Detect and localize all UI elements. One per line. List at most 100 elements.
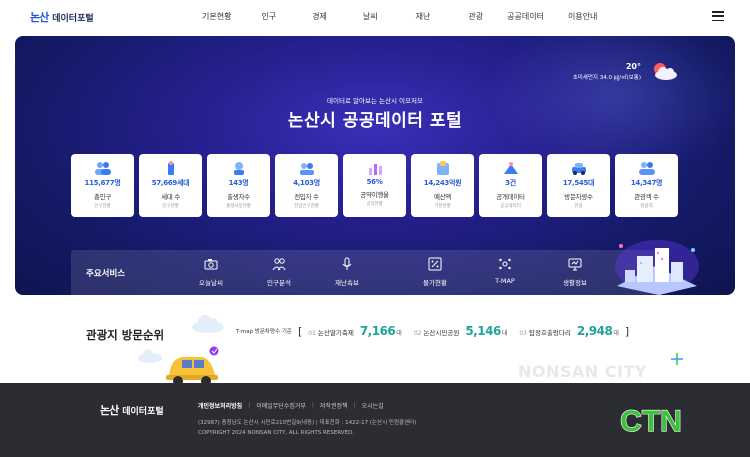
open-data-icon bbox=[503, 162, 518, 174]
ctn-logo[interactable]: CTN bbox=[612, 403, 690, 437]
logo-mark: 논산 bbox=[30, 11, 49, 24]
ctn-logo-text: CTN bbox=[620, 405, 682, 437]
yellow-car-illustration bbox=[166, 346, 219, 386]
footer-link-privacy[interactable]: 개인정보처리방침 bbox=[198, 401, 242, 410]
tourist-ranking: T-map 방문차량수 기준 [ 01 논산딸기축제 7,166 대 02 논산… bbox=[236, 324, 629, 338]
cloud-illustration bbox=[192, 315, 224, 333]
city-illustration bbox=[615, 240, 699, 295]
footer-logo[interactable]: 논산 데이터포털 bbox=[100, 402, 164, 418]
move-in-icon bbox=[299, 163, 314, 175]
stat-label: 예산액 bbox=[433, 193, 452, 201]
stat-value: 56% bbox=[366, 178, 383, 186]
footer-link-directions[interactable]: 오시는길 bbox=[362, 401, 384, 410]
footer-link-copyright[interactable]: 저작권정책 bbox=[320, 401, 348, 410]
stat-card-open-data[interactable]: 3건 공개데이터 공공데이터 bbox=[479, 154, 542, 217]
stat-source: 관광객 bbox=[640, 204, 653, 209]
percent-icon bbox=[428, 257, 442, 271]
service-prices[interactable]: 물가현황 bbox=[405, 257, 465, 287]
stat-card-births[interactable]: 143명 출생자수 출생사망현황 bbox=[207, 154, 270, 217]
rank-name: 논산딸기축제 bbox=[317, 329, 354, 337]
site-header: 논산 데이터포털 기본현황 인구 경제 날씨 재난 관광 공공데이터 이용안내 bbox=[0, 0, 750, 34]
rank-count: 2,948 bbox=[576, 324, 613, 338]
stat-card-tourists[interactable]: 14,347명 관광객 수 관광객 bbox=[615, 154, 678, 217]
rank-count: 7,166 bbox=[359, 324, 396, 338]
nav-item-tourism[interactable]: 관광 bbox=[468, 11, 483, 22]
microphone-icon bbox=[342, 257, 352, 270]
budget-icon bbox=[436, 161, 449, 175]
logo-text: 데이터포털 bbox=[52, 13, 94, 24]
ranking-item[interactable]: 03 탑정호출렁다리 2,948 대 bbox=[519, 324, 619, 338]
stat-value: 3건 bbox=[505, 179, 516, 187]
stat-label: 세대 수 bbox=[161, 193, 180, 201]
stat-card-move-in[interactable]: 4,103명 전입자 수 전입인구현황 bbox=[275, 154, 338, 217]
divider: | bbox=[353, 402, 356, 409]
stat-value: 14,347명 bbox=[630, 179, 663, 187]
weather-widget[interactable]: 20° 초미세먼지 34.0 ㎍/㎥(보통) bbox=[559, 62, 641, 81]
rank-number: 01 bbox=[308, 330, 316, 337]
service-label: 오늘날씨 bbox=[199, 279, 223, 287]
nav-item-weather[interactable]: 날씨 bbox=[363, 11, 378, 22]
ranking-title: 관광지 방문순위 bbox=[86, 328, 165, 342]
service-label: 인구분석 bbox=[267, 279, 291, 287]
service-life-info[interactable]: 생활정보 bbox=[545, 257, 605, 287]
nav-item-public-data[interactable]: 공공데이터 bbox=[507, 11, 544, 22]
stat-card-households[interactable]: 57,669세대 세대 수 인구현황 bbox=[139, 154, 202, 217]
nav-item-guide[interactable]: 이용안내 bbox=[568, 11, 597, 22]
stat-source: 기본현황 bbox=[434, 204, 451, 209]
nav-item-population[interactable]: 인구 bbox=[261, 11, 276, 22]
rank-name: 논산시민공원 bbox=[423, 329, 460, 337]
service-label: 재난속보 bbox=[335, 279, 359, 287]
stat-source: 전입인구현황 bbox=[294, 204, 319, 209]
rank-unit: 대 bbox=[613, 330, 619, 337]
hero-subtitle: 데이터로 알아보는 논산시 이모저모 bbox=[327, 97, 423, 105]
stat-label: 공개데이터 bbox=[496, 193, 525, 201]
stat-value: 57,669세대 bbox=[151, 179, 190, 187]
footer-link-email-refusal[interactable]: 이메일무단수집거부 bbox=[256, 401, 306, 410]
stat-label: 출생자수 bbox=[227, 193, 250, 201]
network-icon bbox=[499, 258, 511, 270]
ranking-item[interactable]: 01 논산딸기축제 7,166 대 bbox=[308, 324, 402, 338]
car-icon bbox=[571, 163, 586, 175]
weather-temperature: 20° bbox=[625, 62, 641, 71]
stat-value: 14,243억원 bbox=[423, 179, 462, 187]
service-tmap[interactable]: T-MAP bbox=[475, 257, 535, 285]
service-today-weather[interactable]: 오늘날씨 bbox=[181, 257, 241, 287]
hero-banner: 20° 초미세먼지 34.0 ㎍/㎥(보통) 데이터로 알아보는 논산시 이모저… bbox=[15, 36, 735, 295]
ranking-note: T-map 방문차량수 기준 bbox=[236, 329, 292, 335]
stat-card-pledge[interactable]: 56% 공약이행율 공약현황 bbox=[343, 154, 406, 217]
nav-item-disaster[interactable]: 재난 bbox=[416, 11, 431, 22]
rank-unit: 대 bbox=[501, 330, 508, 337]
stat-card-budget[interactable]: 14,243억원 예산액 기본현황 bbox=[411, 154, 474, 217]
service-label: 물가현황 bbox=[423, 279, 447, 287]
service-population-analysis[interactable]: 인구분석 bbox=[249, 257, 309, 287]
people-outline-icon bbox=[272, 258, 286, 271]
ranking-item[interactable]: 02 논산시민공원 5,146 대 bbox=[414, 324, 508, 338]
stat-value: 17,545대 bbox=[562, 179, 595, 187]
service-disaster-news[interactable]: 재난속보 bbox=[317, 257, 377, 287]
divider: | bbox=[248, 402, 251, 409]
hero-title: 논산시 공공데이터 포털 bbox=[287, 111, 463, 131]
rank-unit: 대 bbox=[396, 330, 402, 337]
bracket-open: [ bbox=[297, 324, 303, 338]
cloud-illustration bbox=[138, 349, 162, 363]
stat-card-population[interactable]: 115,677명 총인구 인구현황 bbox=[71, 154, 134, 217]
stat-source: 관광 bbox=[574, 204, 583, 209]
stat-label: 전입자 수 bbox=[294, 193, 319, 201]
monitor-icon bbox=[568, 258, 582, 271]
sun-cloud-icon bbox=[654, 63, 677, 80]
household-icon bbox=[167, 161, 174, 175]
nav-item-economy[interactable]: 경제 bbox=[312, 11, 327, 22]
stat-value: 143명 bbox=[228, 179, 249, 187]
service-label: 생활정보 bbox=[563, 279, 587, 287]
logo-text: 데이터포털 bbox=[122, 406, 164, 417]
stat-value: 115,677명 bbox=[84, 179, 121, 187]
stat-cards: 115,677명 총인구 인구현황 57,669세대 세대 수 인구현황 143… bbox=[71, 154, 678, 217]
site-logo[interactable]: 논산 데이터포털 bbox=[30, 9, 94, 25]
plus-decoration-icon bbox=[671, 353, 683, 365]
stat-value: 4,103명 bbox=[293, 179, 320, 187]
tourist-icon bbox=[638, 162, 655, 175]
nav-item-basic-status[interactable]: 기본현황 bbox=[202, 11, 231, 22]
hamburger-menu-icon[interactable] bbox=[712, 11, 724, 21]
stat-source: 출생사망현황 bbox=[226, 204, 251, 209]
stat-card-visiting-cars[interactable]: 17,545대 방문차량수 관광 bbox=[547, 154, 610, 217]
